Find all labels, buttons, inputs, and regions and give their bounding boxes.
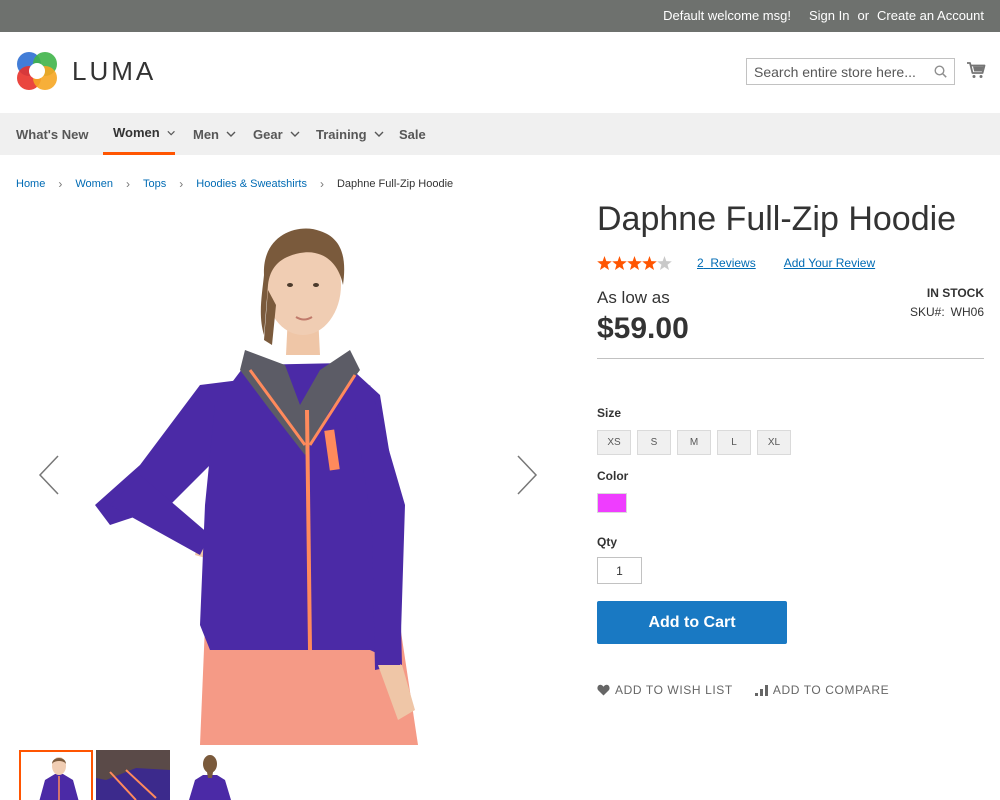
star-filled-icon xyxy=(597,256,612,270)
qty-label: Qty xyxy=(597,535,618,549)
search-box xyxy=(746,58,955,85)
price-prefix: As low as xyxy=(597,288,670,307)
breadcrumb-separator: › xyxy=(58,177,63,191)
wishlist-label: ADD TO WISH LIST xyxy=(615,683,733,697)
product-image xyxy=(95,228,418,745)
size-option-xl[interactable]: XL xyxy=(757,430,791,455)
product-title: Daphne Full-Zip Hoodie xyxy=(597,200,957,238)
add-review-link[interactable]: Add Your Review xyxy=(784,256,875,270)
nav-item-whats-new[interactable]: What's New xyxy=(16,113,88,155)
chevron-down-icon xyxy=(374,131,384,137)
breadcrumb-current: Daphne Full-Zip Hoodie xyxy=(336,178,454,190)
compare-label: ADD TO COMPARE xyxy=(772,683,890,697)
size-option-m[interactable]: M xyxy=(677,430,711,455)
reviews-link[interactable]: 2 Reviews xyxy=(697,256,756,270)
thumbnail-1[interactable] xyxy=(19,750,93,800)
thumbnail-strip xyxy=(19,750,247,800)
star-empty-icon xyxy=(657,256,672,270)
logo[interactable]: LUMA xyxy=(16,50,156,92)
nav-item-label: Men xyxy=(193,126,219,142)
product-rating: 2 Reviews Add Your Review xyxy=(597,256,875,270)
color-swatch[interactable] xyxy=(597,493,627,513)
stock-status: IN STOCK xyxy=(926,286,984,300)
thumbnail-3[interactable] xyxy=(173,750,247,800)
cart-icon[interactable] xyxy=(966,61,986,84)
nav-item-training[interactable]: Training xyxy=(316,113,384,155)
rating-stars xyxy=(597,256,672,270)
breadcrumb-home[interactable]: Home xyxy=(16,178,45,190)
top-bar: Default welcome msg! Sign In or Create a… xyxy=(0,0,1000,32)
breadcrumb-separator: › xyxy=(126,177,131,191)
breadcrumb: Home › Women › Tops › Hoodies & Sweatshi… xyxy=(16,177,453,191)
size-label: Size xyxy=(597,406,622,420)
nav-item-label: What's New xyxy=(16,126,89,142)
nav-item-label: Gear xyxy=(253,126,283,142)
logo-text: LUMA xyxy=(72,55,157,86)
main-navigation: What's New Women Men Gear Training Sale xyxy=(0,113,1000,155)
size-option-l[interactable]: L xyxy=(717,430,751,455)
luma-logo-icon xyxy=(17,52,57,90)
nav-item-label: Women xyxy=(113,125,160,140)
product-price: $59.00 xyxy=(597,312,689,345)
chevron-left-icon[interactable] xyxy=(38,455,60,500)
product-actions: ADD TO WISH LIST ADD TO COMPARE xyxy=(597,683,889,697)
breadcrumb-hoodies[interactable]: Hoodies & Sweatshirts xyxy=(196,178,307,190)
star-filled-icon xyxy=(627,256,642,270)
add-to-cart-button[interactable]: Add to Cart xyxy=(597,601,787,644)
qty-input[interactable] xyxy=(597,557,642,584)
breadcrumb-separator: › xyxy=(319,177,324,191)
nav-item-gear[interactable]: Gear xyxy=(253,113,300,155)
breadcrumb-women[interactable]: Women xyxy=(75,178,113,190)
nav-item-men[interactable]: Men xyxy=(193,113,236,155)
nav-item-label: Training xyxy=(316,126,367,142)
nav-item-sale[interactable]: Sale xyxy=(399,113,426,155)
add-to-compare-link[interactable]: ADD TO COMPARE xyxy=(754,683,890,697)
star-filled-icon xyxy=(612,256,627,270)
chevron-down-icon xyxy=(290,131,300,137)
thumbnail-2[interactable] xyxy=(96,750,170,800)
chevron-down-icon xyxy=(226,131,236,137)
size-option-xs[interactable]: XS xyxy=(597,430,631,455)
star-filled-icon xyxy=(642,256,657,270)
chevron-right-icon[interactable] xyxy=(516,455,538,500)
nav-item-women[interactable]: Women xyxy=(103,113,175,155)
add-to-wishlist-link[interactable]: ADD TO WISH LIST xyxy=(597,683,733,697)
or-separator: or xyxy=(857,8,870,23)
sku-value: WH06 xyxy=(950,305,984,319)
welcome-message: Default welcome msg! xyxy=(663,8,791,23)
sign-in-link[interactable]: Sign In xyxy=(809,8,849,23)
heart-icon xyxy=(597,684,610,696)
breadcrumb-separator: › xyxy=(179,177,184,191)
size-option-s[interactable]: S xyxy=(637,430,671,455)
sku-label: SKU#: xyxy=(909,305,945,319)
chevron-down-icon xyxy=(167,130,175,135)
bar-chart-icon xyxy=(754,684,768,696)
product-gallery xyxy=(0,205,580,745)
search-icon[interactable] xyxy=(934,65,947,83)
divider xyxy=(597,358,984,359)
color-label: Color xyxy=(597,469,629,483)
breadcrumb-tops[interactable]: Tops xyxy=(143,178,166,190)
header: LUMA xyxy=(0,32,1000,113)
reviews-label: Reviews xyxy=(710,256,756,270)
size-options: XS S M L XL xyxy=(597,430,791,455)
search-input[interactable] xyxy=(747,59,927,84)
sku-line: SKU#: WH06 xyxy=(910,305,984,319)
reviews-count: 2 xyxy=(697,256,704,270)
create-account-link[interactable]: Create an Account xyxy=(877,8,984,23)
nav-item-label: Sale xyxy=(399,126,426,142)
